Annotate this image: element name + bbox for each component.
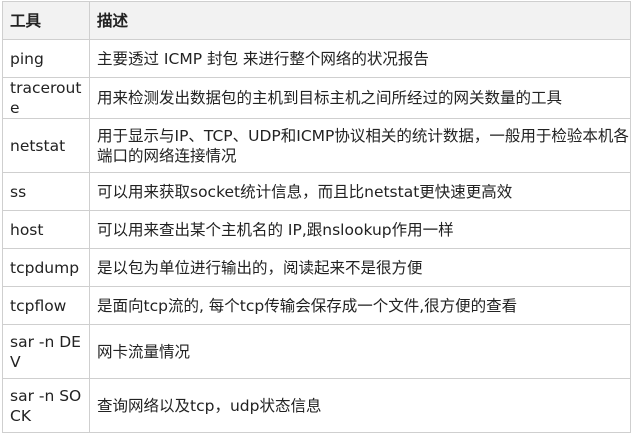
tool-description: 可以用来获取socket统计信息，而且比netstat更快速更高效 xyxy=(89,172,631,211)
header-tool: 工具 xyxy=(2,1,90,40)
tool-name: sar -n DEV xyxy=(2,324,90,379)
table-row: ss 可以用来获取socket统计信息，而且比netstat更快速更高效 xyxy=(2,172,631,211)
header-description: 描述 xyxy=(89,1,631,40)
tool-name: ss xyxy=(2,172,90,211)
tool-name: traceroute xyxy=(2,77,90,119)
tool-description: 是面向tcp流的, 每个tcp传输会保存成一个文件,很方便的查看 xyxy=(89,286,631,325)
tool-description: 是以包为单位进行输出的，阅读起来不是很方便 xyxy=(89,248,631,287)
table-row: traceroute 用来检测发出数据包的主机到目标主机之间所经过的网关数量的工… xyxy=(2,77,631,119)
table-row: host 可以用来查出某个主机名的 IP,跟nslookup作用一样 xyxy=(2,210,631,249)
table-row: tcpdump 是以包为单位进行输出的，阅读起来不是很方便 xyxy=(2,248,631,287)
network-tools-table: 工具 描述 ping 主要透过 ICMP 封包 来进行整个网络的状况报告 tra… xyxy=(2,1,631,433)
tool-description: 主要透过 ICMP 封包 来进行整个网络的状况报告 xyxy=(89,39,631,78)
tool-description: 查询网络以及tcp，udp状态信息 xyxy=(89,378,631,433)
tool-name: tcpflow xyxy=(2,286,90,325)
table-row: sar -n SOCK 查询网络以及tcp，udp状态信息 xyxy=(2,378,631,433)
table-header-row: 工具 描述 xyxy=(2,1,631,40)
table-row: tcpflow 是面向tcp流的, 每个tcp传输会保存成一个文件,很方便的查看 xyxy=(2,286,631,325)
table-row: sar -n DEV 网卡流量情况 xyxy=(2,324,631,379)
tool-description: 网卡流量情况 xyxy=(89,324,631,379)
tool-description: 用于显示与IP、TCP、UDP和ICMP协议相关的统计数据，一般用于检验本机各端… xyxy=(89,118,631,173)
tool-name: netstat xyxy=(2,118,90,173)
tools-table-container: 工具 描述 ping 主要透过 ICMP 封包 来进行整个网络的状况报告 tra… xyxy=(0,0,634,441)
tool-name: sar -n SOCK xyxy=(2,378,90,433)
table-row: ping 主要透过 ICMP 封包 来进行整个网络的状况报告 xyxy=(2,39,631,78)
tool-name: ping xyxy=(2,39,90,78)
tool-description: 可以用来查出某个主机名的 IP,跟nslookup作用一样 xyxy=(89,210,631,249)
tool-description: 用来检测发出数据包的主机到目标主机之间所经过的网关数量的工具 xyxy=(89,77,631,119)
tool-name: host xyxy=(2,210,90,249)
tool-name: tcpdump xyxy=(2,248,90,287)
table-row: netstat 用于显示与IP、TCP、UDP和ICMP协议相关的统计数据，一般… xyxy=(2,118,631,173)
